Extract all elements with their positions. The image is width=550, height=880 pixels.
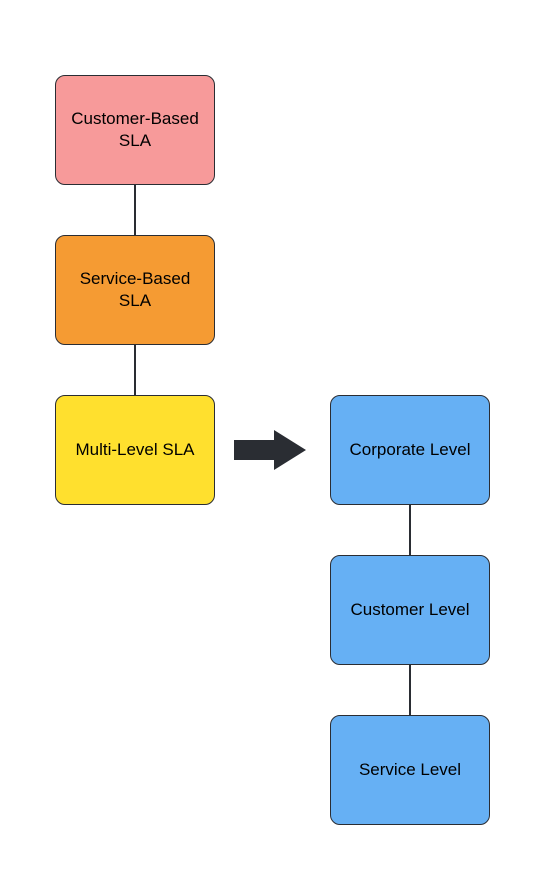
node-corporate-level: Corporate Level [330, 395, 490, 505]
connector-left-2 [134, 345, 136, 395]
node-label: Service Level [359, 759, 461, 781]
connector-left-1 [134, 185, 136, 235]
node-service-based-sla: Service-Based SLA [55, 235, 215, 345]
node-label: Multi-Level SLA [75, 439, 194, 461]
node-service-level: Service Level [330, 715, 490, 825]
node-customer-based-sla: Customer-Based SLA [55, 75, 215, 185]
node-label: Corporate Level [350, 439, 471, 461]
node-label: Customer Level [350, 599, 469, 621]
connector-right-1 [409, 505, 411, 555]
node-label: Customer-Based SLA [64, 108, 206, 152]
connector-right-2 [409, 665, 411, 715]
arrow-right-icon [230, 428, 310, 472]
node-multi-level-sla: Multi-Level SLA [55, 395, 215, 505]
node-label: Service-Based SLA [64, 268, 206, 312]
node-customer-level: Customer Level [330, 555, 490, 665]
